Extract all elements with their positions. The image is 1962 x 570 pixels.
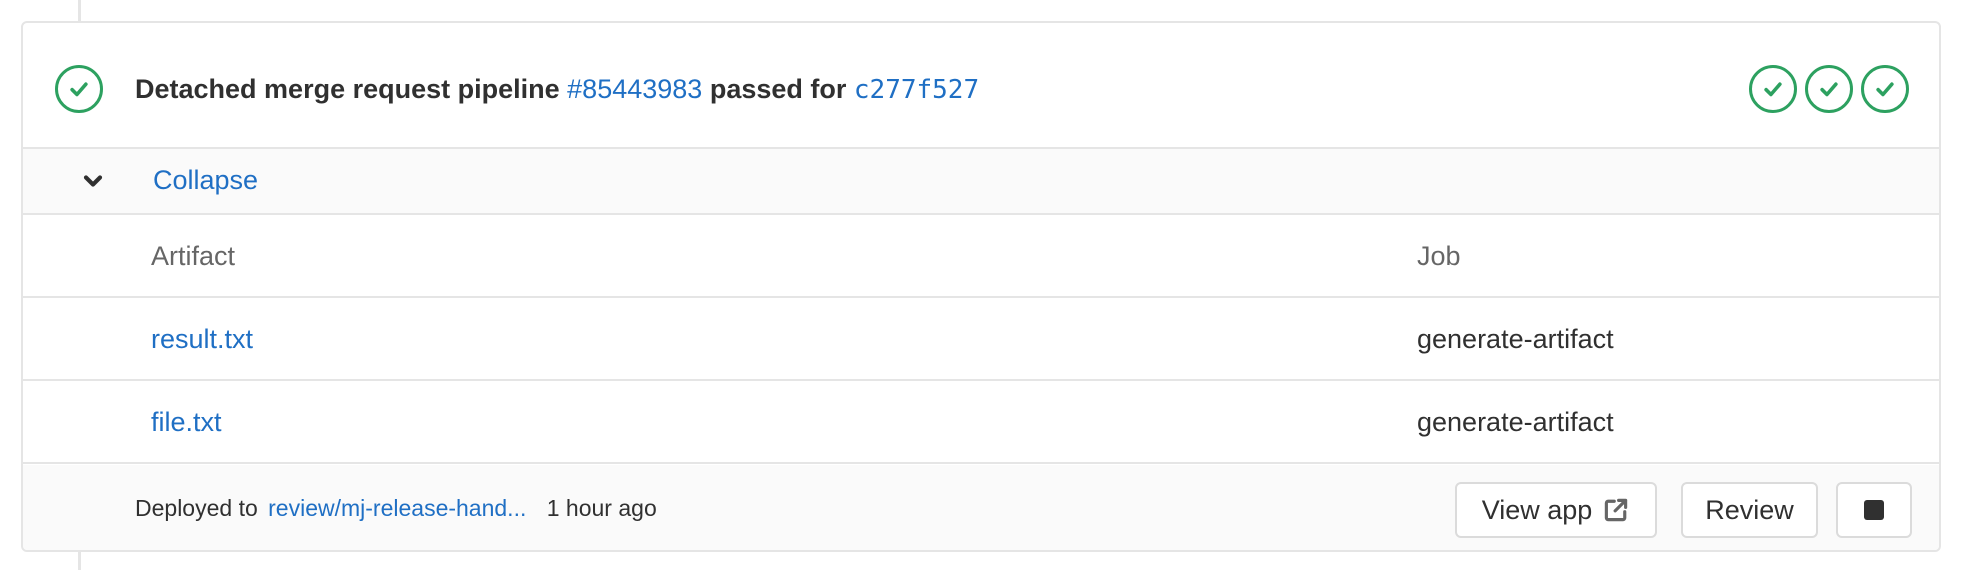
view-app-button[interactable]: View app <box>1455 482 1657 538</box>
pipeline-widget: Detached merge request pipeline #8544398… <box>21 21 1941 552</box>
environment-link[interactable]: review/mj-release-hand... <box>268 495 526 521</box>
pipeline-status-success-icon[interactable] <box>55 65 103 113</box>
collapse-button[interactable]: Collapse <box>153 162 258 198</box>
timeline-line-top <box>78 0 81 22</box>
stage-2-success-icon[interactable] <box>1805 65 1853 113</box>
column-header-artifact: Artifact <box>151 241 236 271</box>
pipeline-status-text: passed for <box>709 74 847 104</box>
table-row: file.txt generate-artifact <box>23 381 1939 464</box>
pipeline-header: Detached merge request pipeline #8544398… <box>23 23 1939 149</box>
pipeline-stages <box>1749 65 1909 113</box>
table-row: result.txt generate-artifact <box>23 298 1939 381</box>
artifact-link[interactable]: result.txt <box>151 321 253 357</box>
chevron-down-icon[interactable] <box>79 167 107 195</box>
review-button[interactable]: Review <box>1681 482 1818 538</box>
pipeline-id-link[interactable]: #85443983 <box>567 74 702 104</box>
table-header-row: Artifact Job <box>23 215 1939 298</box>
artifact-link[interactable]: file.txt <box>151 404 222 440</box>
deployment-time: 1 hour ago <box>546 495 657 521</box>
deployed-to-label: Deployed to <box>135 495 258 521</box>
job-name: generate-artifact <box>1417 324 1614 354</box>
pipeline-prefix: Detached merge request pipeline <box>135 74 560 104</box>
review-label: Review <box>1705 494 1794 525</box>
artifacts-table: Artifact Job result.txt generate-artifac… <box>23 215 1939 464</box>
stop-icon <box>1864 500 1884 520</box>
deployment-info: Deployed to review/mj-release-hand... 1 … <box>135 492 657 524</box>
commit-sha-link[interactable]: c277f527 <box>854 75 979 105</box>
timeline-line-bottom <box>78 552 81 570</box>
artifacts-collapse-toggle[interactable]: Collapse <box>23 149 1939 215</box>
column-header-job: Job <box>1417 241 1461 271</box>
view-app-label: View app <box>1481 494 1593 525</box>
stop-environment-button[interactable] <box>1836 482 1912 538</box>
deployment-bar: Deployed to review/mj-release-hand... 1 … <box>23 465 1939 550</box>
stage-3-success-icon[interactable] <box>1861 65 1909 113</box>
job-name: generate-artifact <box>1417 407 1614 437</box>
stage-1-success-icon[interactable] <box>1749 65 1797 113</box>
external-link-icon <box>1605 498 1628 522</box>
pipeline-summary: Detached merge request pipeline #8544398… <box>135 69 979 110</box>
